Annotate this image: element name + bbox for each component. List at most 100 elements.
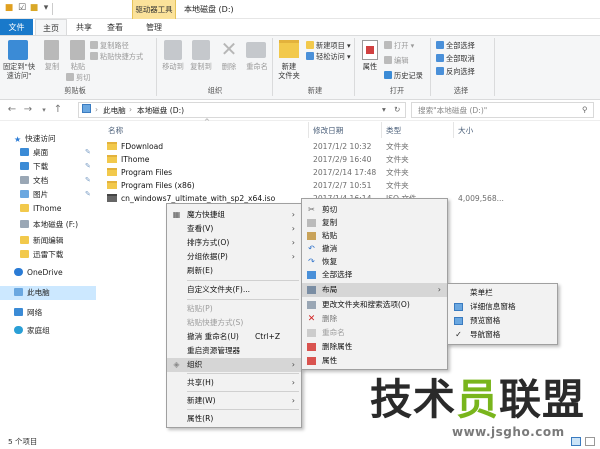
column-divider[interactable] [308,122,309,138]
sidebar-item-ithome[interactable]: IThome [0,202,96,216]
menu-item-rename[interactable]: 重命名 [302,326,447,340]
menu-item-group-by[interactable]: 分组依据(P) › [167,250,301,264]
refresh-icon[interactable]: ↻ [394,105,400,114]
tab-share[interactable]: 共享 [70,19,98,36]
tab-file[interactable]: 文件 [0,19,33,36]
column-size[interactable]: 大小 [458,124,473,137]
edit-button[interactable]: 编辑 [384,55,408,66]
address-bar[interactable] [78,102,406,118]
menu-item-refresh[interactable]: 刷新(E) [167,264,301,278]
menu-item-view[interactable]: 查看(V) › [167,222,301,236]
menu-item-paste-shortcut[interactable]: 粘贴快捷方式(S) [167,316,301,330]
menu-item-new[interactable]: 新建(W) › [167,394,301,408]
details-view-icon[interactable] [571,437,581,446]
column-type[interactable]: 类型 [386,124,401,137]
new-folder-icon[interactable] [279,40,299,58]
column-date[interactable]: 修改日期 [313,124,343,137]
menu-item-restart-explorer[interactable]: 重启资源管理器 [167,344,301,358]
tab-view[interactable]: 查看 [101,19,129,36]
menu-item-organize[interactable]: ◈ 组织 › [167,358,301,372]
tab-manage[interactable]: 管理 [139,19,169,36]
copy-to-icon[interactable] [192,40,210,60]
recent-locations-icon[interactable]: ▾ [38,103,50,117]
breadcrumb-drive-d[interactable]: 本地磁盘 (D:) [137,105,184,116]
history-button[interactable]: 历史记录 [384,70,423,81]
column-divider[interactable] [381,122,382,138]
large-icons-view-icon[interactable] [585,437,595,446]
sidebar-item-xunlei[interactable]: 迅雷下载 [0,248,96,262]
menu-item-share[interactable]: 共享(H) › [167,376,301,390]
paste-button[interactable]: 粘贴 [66,62,90,71]
menu-item-properties[interactable]: 属性 [302,354,447,368]
copy-to-button[interactable]: 复制到 [186,62,216,71]
menu-item-properties[interactable]: 属性(R) [167,412,301,426]
table-row[interactable]: FDownload 2017/1/2 10:32 文件夹 [100,141,600,153]
menu-item-customize-folder[interactable]: 自定义文件夹(F)... [167,283,301,297]
chevron-down-icon[interactable]: ▾ [41,3,51,14]
sidebar-item-documents[interactable]: 文档 [0,174,96,188]
copy-path-button[interactable]: 复制路径 [90,40,129,51]
menu-item-select-all[interactable]: 全部选择 [302,268,447,282]
menu-item-cut[interactable]: ✂ 剪切 [302,203,447,217]
menu-item-details-pane[interactable]: 详细信息窗格 [448,300,557,314]
breadcrumb-this-pc[interactable]: 此电脑 [103,105,126,116]
paste-icon[interactable] [70,40,85,60]
properties-icon[interactable]: ☑ [17,3,27,14]
new-folder-icon[interactable]: ■ [29,3,39,14]
menu-item-menu-bar[interactable]: 菜单栏 [448,286,557,300]
menu-item-redo[interactable]: ↷ 恢复 [302,255,447,269]
delete-button[interactable]: 删除 [216,62,242,71]
pin-quick-access-label[interactable]: 固定到"快 速访问" [2,62,36,80]
menu-item-preview-pane[interactable]: 预览窗格 [448,314,557,328]
move-to-button[interactable]: 移动到 [158,62,188,71]
invert-selection-button[interactable]: 反向选择 [436,66,475,77]
menu-item-paste[interactable]: 粘贴 [302,229,447,243]
menu-item-folder-options[interactable]: 更改文件夹和搜索选项(O) [302,298,447,312]
tab-home[interactable]: 主页 [35,19,67,36]
sidebar-item-news-edit[interactable]: 新闻编辑 [0,234,96,248]
rename-icon[interactable] [246,42,266,58]
menu-item-sort-by[interactable]: 排序方式(O) › [167,236,301,250]
menu-item-paste[interactable]: 粘贴(P) [167,302,301,316]
breadcrumb-separator-icon[interactable]: › [95,105,98,114]
sidebar-item-drive-f[interactable]: 本地磁盘 (F:) [0,218,96,232]
pin-icon[interactable] [8,40,28,60]
sidebar-item-downloads[interactable]: 下载 [0,160,96,174]
easy-access-button[interactable]: 轻松访问 ▾ [306,51,351,62]
sidebar-item-desktop[interactable]: 桌面 [0,146,96,160]
delete-icon[interactable]: ✕ [220,38,238,60]
select-none-button[interactable]: 全部取消 [436,53,475,64]
back-arrow-icon[interactable]: ← [6,103,18,117]
sidebar-item-onedrive[interactable]: OneDrive [0,266,96,280]
address-dropdown-icon[interactable]: ▾ [382,105,386,114]
menu-item-copy[interactable]: 复制 [302,216,447,230]
new-item-button[interactable]: 新建项目 ▾ [306,40,351,51]
column-name[interactable]: 名称 [108,124,123,137]
table-row[interactable]: Program Files 2017/2/14 17:48 文件夹 [100,167,600,179]
sidebar-item-pictures[interactable]: 图片 [0,188,96,202]
sidebar-item-this-pc[interactable]: 此电脑 [0,286,96,300]
menu-item-navigation-pane[interactable]: ✓ 导航窗格 [448,328,557,342]
menu-item-magic-cube-shortcut[interactable]: ▦ 魔方快捷组 › [167,208,301,222]
copy-button[interactable]: 复制 [40,62,64,71]
forward-arrow-icon[interactable]: → [22,103,34,117]
paste-shortcut-button[interactable]: 粘贴快捷方式 [90,51,143,62]
move-to-icon[interactable] [164,40,182,60]
search-input[interactable]: 搜索"本地磁盘 (D:)" [418,105,487,116]
menu-item-layout[interactable]: 布局 › [302,283,447,297]
properties-button[interactable]: 属性 [358,62,382,71]
copy-icon[interactable] [44,40,59,60]
properties-icon[interactable] [362,40,378,60]
new-folder-button[interactable]: 新建 文件夹 [273,62,305,80]
column-divider[interactable] [453,122,454,138]
breadcrumb-separator-icon[interactable]: › [129,105,132,114]
search-icon[interactable]: ⚲ [582,105,588,114]
table-row[interactable]: IThome 2017/2/9 16:40 文件夹 [100,154,600,166]
open-button[interactable]: 打开 ▾ [384,40,414,51]
sidebar-item-quick-access[interactable]: ★ 快速访问 [0,132,96,146]
table-row[interactable]: Program Files (x86) 2017/2/7 10:51 文件夹 [100,180,600,192]
sidebar-item-homegroup[interactable]: 家庭组 [0,324,96,338]
menu-item-remove-properties[interactable]: 删除属性 [302,340,447,354]
up-arrow-icon[interactable]: ↑ [52,103,64,117]
menu-item-undo-rename[interactable]: 撤消 重命名(U) Ctrl+Z [167,330,301,344]
